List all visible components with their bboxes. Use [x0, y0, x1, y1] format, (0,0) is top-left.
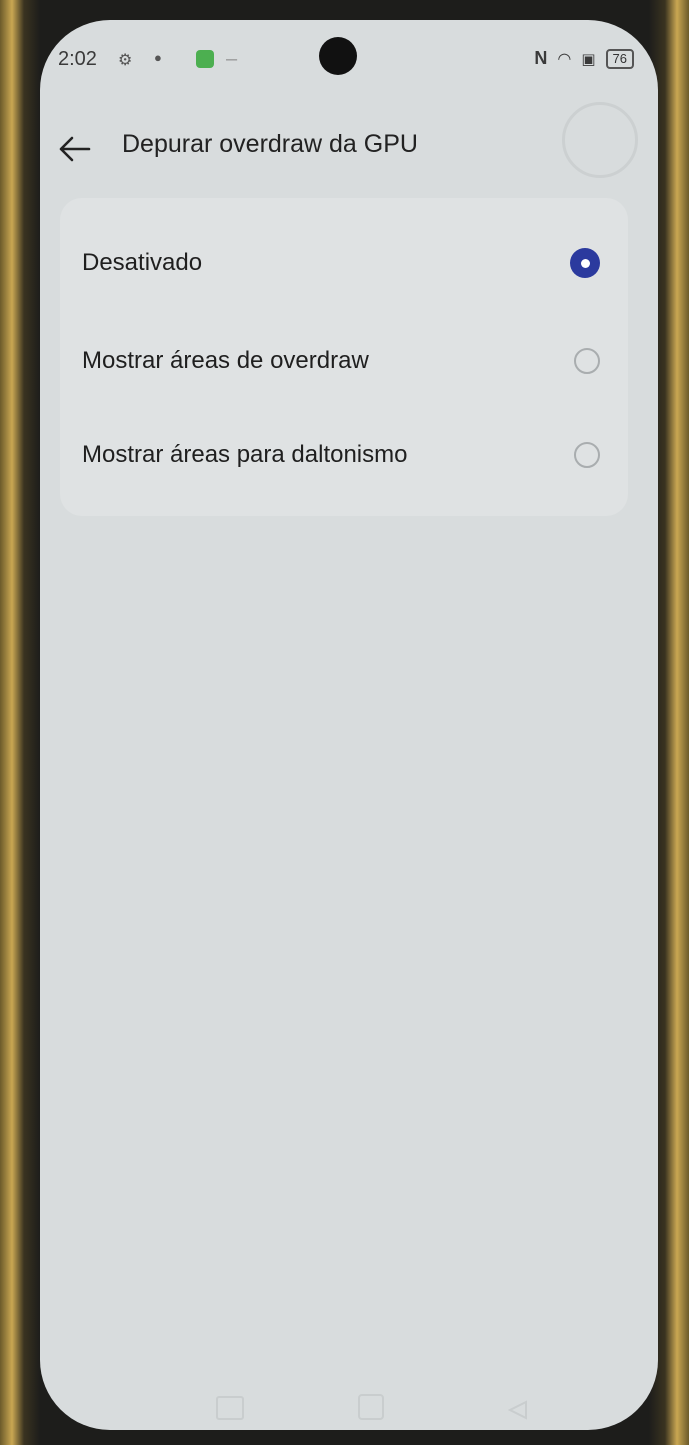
dash-status-icon: – [226, 48, 238, 70]
settings-status-icon: ⚙ [118, 52, 133, 69]
status-right-icons: N ◠ ▣ 76 [534, 48, 634, 69]
radio-checked-icon[interactable] [570, 248, 600, 278]
options-card: Desativado Mostrar áreas de overdraw Mos… [60, 198, 628, 516]
home-button[interactable] [358, 1394, 384, 1420]
sim-icon: ▣ [581, 50, 596, 68]
radio-unchecked-icon[interactable] [574, 442, 600, 468]
bug-status-icon: ● [154, 50, 162, 65]
navigation-bar [40, 1384, 658, 1424]
app-notification-icon [196, 50, 214, 68]
option-label: Mostrar áreas de overdraw [82, 347, 369, 374]
arrow-left-icon [59, 136, 91, 162]
status-time: 2:02 [58, 48, 97, 70]
option-label: Desativado [82, 249, 203, 276]
battery-icon: 76 [605, 48, 634, 69]
option-desativado[interactable]: Desativado [78, 228, 614, 298]
back-nav-icon[interactable] [506, 1400, 530, 1420]
radio-unchecked-icon[interactable] [574, 348, 600, 374]
wifi-icon: ◠ [557, 50, 572, 68]
phone-screen: 2:02 ⚙ ● – N ◠ ▣ 76 Depurar overdraw da … [40, 20, 658, 1430]
back-button[interactable] [54, 124, 94, 174]
option-label: Mostrar áreas para daltonismo [82, 441, 408, 468]
page-title: Depurar overdraw da GPU [122, 130, 418, 158]
option-mostrar-areas-overdraw[interactable]: Mostrar áreas de overdraw [78, 326, 614, 396]
floating-circle [562, 102, 638, 178]
nfc-icon: N [534, 48, 548, 68]
recents-button[interactable] [216, 1396, 244, 1420]
camera-cutout [319, 37, 357, 75]
option-mostrar-areas-daltonismo[interactable]: Mostrar áreas para daltonismo [78, 420, 614, 490]
